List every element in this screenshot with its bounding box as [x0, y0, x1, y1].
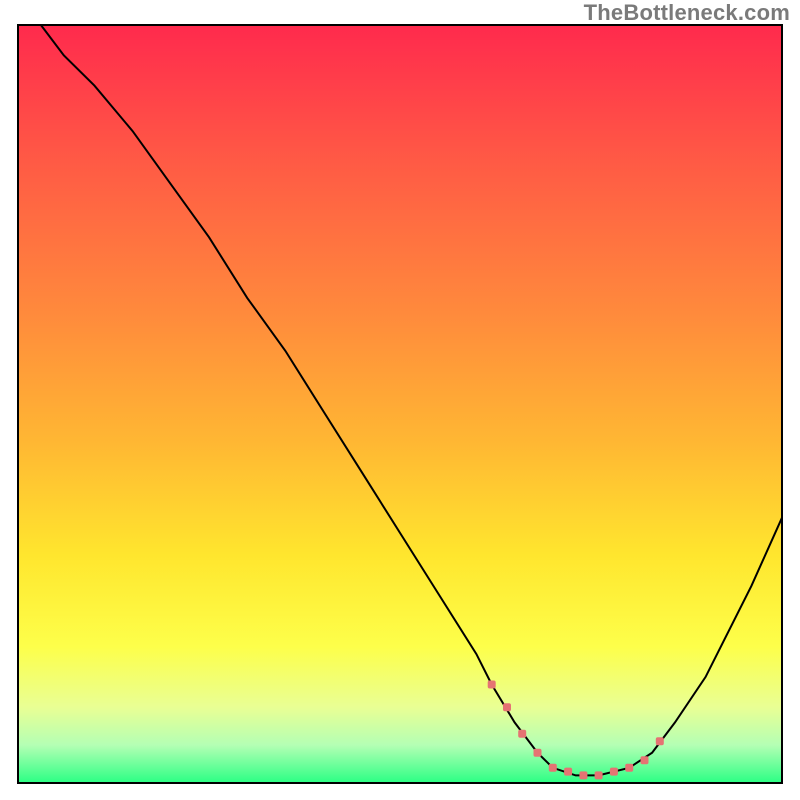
valley-marker	[625, 764, 633, 772]
valley-marker	[610, 768, 618, 776]
valley-marker	[641, 756, 649, 764]
bottleneck-chart	[0, 0, 800, 800]
valley-marker	[488, 681, 496, 689]
watermark-text: TheBottleneck.com	[584, 0, 790, 26]
chart-container: TheBottleneck.com	[0, 0, 800, 800]
valley-marker	[595, 771, 603, 779]
plot-background	[18, 25, 782, 783]
valley-marker	[564, 768, 572, 776]
valley-marker	[549, 764, 557, 772]
valley-marker	[656, 737, 664, 745]
valley-marker	[579, 771, 587, 779]
valley-marker	[503, 703, 511, 711]
valley-marker	[518, 730, 526, 738]
valley-marker	[534, 749, 542, 757]
